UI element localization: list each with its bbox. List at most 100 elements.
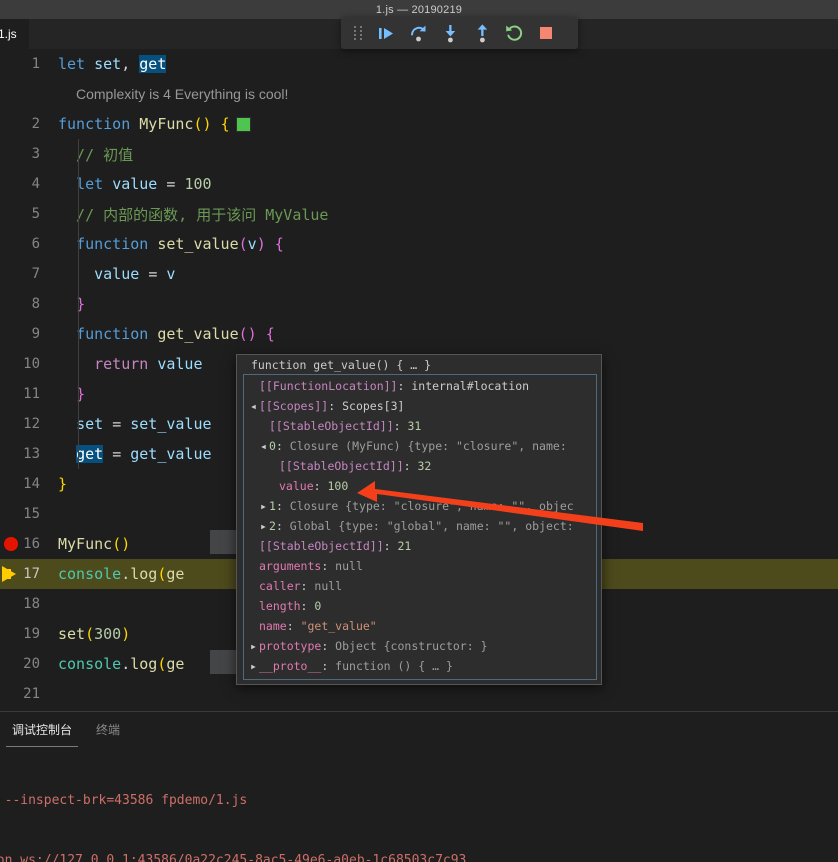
popup-row-key: caller bbox=[259, 579, 301, 593]
debug-toolbar-drag-handle[interactable] bbox=[347, 20, 369, 46]
vscode-debug-window: 1.js — 20190219 1.js 1 let set, get Comp… bbox=[0, 0, 838, 862]
popup-tree-row[interactable]: [[FunctionLocation]]: internal#location bbox=[244, 376, 596, 396]
occurrence-highlight bbox=[210, 650, 238, 674]
indent-guide bbox=[78, 169, 79, 199]
indent-guide bbox=[78, 439, 79, 469]
indent-guide bbox=[78, 409, 79, 439]
popup-row-value: Global {type: "global", name: "", object… bbox=[289, 519, 574, 533]
popup-row-separator: : bbox=[393, 419, 408, 433]
tree-twisty-collapsed-icon[interactable]: ▸ bbox=[248, 656, 259, 676]
debug-toolbar bbox=[341, 17, 578, 49]
popup-tree-row[interactable]: ◂ [[Scopes]]: Scopes[3] bbox=[244, 396, 596, 416]
line-number: 21 bbox=[23, 686, 40, 702]
indent-guide bbox=[78, 229, 79, 259]
line-number: 3 bbox=[31, 146, 40, 162]
tree-twisty-collapsed-icon[interactable]: ▸ bbox=[248, 636, 259, 656]
code-line[interactable]: 4 let value = 100 bbox=[0, 169, 838, 199]
line-number: 6 bbox=[31, 236, 40, 252]
window-title: 1.js — 20190219 bbox=[375, 3, 463, 16]
tree-twisty-expanded-icon[interactable]: ◂ bbox=[258, 436, 269, 456]
debug-step-into-button[interactable] bbox=[435, 20, 465, 46]
line-content: } bbox=[76, 295, 86, 313]
popup-tree-row[interactable]: ◂ 0: Closure (MyFunc) {type: "closure", n… bbox=[244, 436, 596, 456]
line-content: let set, get bbox=[58, 55, 167, 73]
editor-tab-label: 1.js bbox=[0, 27, 17, 41]
popup-row-key: [[StableObjectId]] bbox=[279, 459, 404, 473]
debug-step-over-button[interactable] bbox=[403, 20, 433, 46]
breakpoint-marker[interactable] bbox=[4, 537, 18, 551]
tree-twisty-expanded-icon[interactable]: ◂ bbox=[248, 396, 259, 416]
popup-row-value: 31 bbox=[407, 419, 422, 433]
popup-tree-row[interactable]: ▸ 1: Closure {type: "closure", name: "", … bbox=[244, 496, 596, 516]
popup-row-separator: : bbox=[313, 479, 328, 493]
terminal-line: tening on ws://127.0.0.1:43586/0a22c245-… bbox=[0, 853, 467, 862]
popup-tree-row[interactable]: ▸ prototype: Object {constructor: } bbox=[244, 636, 596, 656]
stop-icon bbox=[540, 27, 552, 39]
popup-row-value: Closure {type: "closure", name: "", obje… bbox=[289, 499, 574, 513]
debug-stop-button[interactable] bbox=[531, 20, 561, 46]
line-content: } bbox=[58, 475, 68, 493]
editor-tab-1js[interactable]: 1.js bbox=[0, 19, 29, 49]
code-line[interactable]: 5 // 内部的函数, 用于该问 MyValue bbox=[0, 199, 838, 229]
popup-row-separator: : bbox=[300, 599, 315, 613]
terminal-output[interactable]: in/node --inspect-brk=43586 fpdemo/1.js … bbox=[0, 747, 838, 862]
line-number: 5 bbox=[31, 206, 40, 222]
popup-row-separator: : bbox=[275, 499, 290, 513]
popup-row-key: name bbox=[259, 619, 287, 633]
popup-header: function get_value() { … } bbox=[251, 358, 432, 372]
popup-row-separator: : bbox=[286, 619, 301, 633]
popup-row-separator: : bbox=[383, 539, 398, 553]
popup-row-value: internal#location bbox=[411, 379, 530, 393]
code-line[interactable]: 2 function MyFunc() { bbox=[0, 109, 838, 139]
popup-tree-row[interactable]: [[StableObjectId]]: 31 bbox=[244, 416, 596, 436]
tree-twisty-collapsed-icon[interactable]: ▸ bbox=[258, 496, 269, 516]
popup-row-value: 21 bbox=[397, 539, 412, 553]
line-number: 13 bbox=[23, 446, 40, 462]
panel-tab-terminal[interactable]: 终端 bbox=[84, 712, 132, 747]
popup-row-value: null bbox=[335, 559, 363, 573]
line-number: 11 bbox=[23, 386, 40, 402]
code-line[interactable]: 8 } bbox=[0, 289, 838, 319]
line-content: console.log(ge bbox=[58, 565, 185, 583]
color-swatch-icon[interactable] bbox=[235, 116, 251, 132]
line-content: set(300) bbox=[58, 625, 131, 643]
line-number: 10 bbox=[23, 356, 40, 372]
indent-guide bbox=[78, 379, 79, 409]
code-line[interactable]: 6 function set_value(v) { bbox=[0, 229, 838, 259]
code-line[interactable]: 7 value = v bbox=[0, 259, 838, 289]
popup-tree-row[interactable]: ▸ 2: Global {type: "global", name: "", ob… bbox=[244, 516, 596, 536]
panel-tab-debug-console[interactable]: 调试控制台 bbox=[0, 712, 84, 747]
debug-step-out-button[interactable] bbox=[467, 20, 497, 46]
popup-row-key: [[Scopes]] bbox=[259, 399, 329, 413]
line-content: } bbox=[76, 385, 86, 403]
popup-row-value: Scopes[3] bbox=[342, 399, 405, 413]
code-line[interactable]: 3 // 初值 bbox=[0, 139, 838, 169]
popup-variables-tree[interactable]: [[FunctionLocation]]: internal#location … bbox=[243, 374, 597, 680]
step-over-icon bbox=[410, 25, 425, 41]
popup-tree-row[interactable]: ▸ __proto__: function () { … } bbox=[244, 656, 596, 676]
line-content: let value = 100 bbox=[76, 175, 212, 193]
popup-tree-row[interactable]: caller: null bbox=[244, 576, 596, 596]
code-line[interactable]: 9 function get_value() { bbox=[0, 319, 838, 349]
inline-complexity-hint-row: Complexity is 4 Everything is cool! bbox=[0, 79, 838, 109]
popup-row-separator: : bbox=[321, 659, 336, 673]
popup-row-separator: : bbox=[328, 399, 343, 413]
debug-hover-popup[interactable]: function get_value() { … } [[FunctionLoc… bbox=[236, 354, 602, 685]
debug-restart-button[interactable] bbox=[499, 20, 529, 46]
popup-tree-row[interactable]: [[StableObjectId]]: 32 bbox=[244, 456, 596, 476]
debug-continue-button[interactable] bbox=[371, 20, 401, 46]
indent-guide bbox=[78, 259, 79, 289]
popup-tree-row[interactable]: [[StableObjectId]]: 21 bbox=[244, 536, 596, 556]
popup-tree-row[interactable]: value: 100 bbox=[244, 476, 596, 496]
line-content: set = set_value bbox=[76, 415, 212, 433]
popup-tree-row[interactable]: arguments: null bbox=[244, 556, 596, 576]
tree-twisty-collapsed-icon[interactable]: ▸ bbox=[258, 516, 269, 536]
popup-row-value: 100 bbox=[327, 479, 349, 493]
popup-tree-row[interactable]: length: 0 bbox=[244, 596, 596, 616]
popup-tree-row[interactable]: name: "get_value" bbox=[244, 616, 596, 636]
line-number: 18 bbox=[23, 596, 40, 612]
popup-row-key: [[StableObjectId]] bbox=[259, 539, 384, 553]
popup-row-value: 32 bbox=[417, 459, 432, 473]
code-line[interactable]: 1 let set, get bbox=[0, 49, 838, 79]
popup-row-value: "get_value" bbox=[300, 619, 377, 633]
